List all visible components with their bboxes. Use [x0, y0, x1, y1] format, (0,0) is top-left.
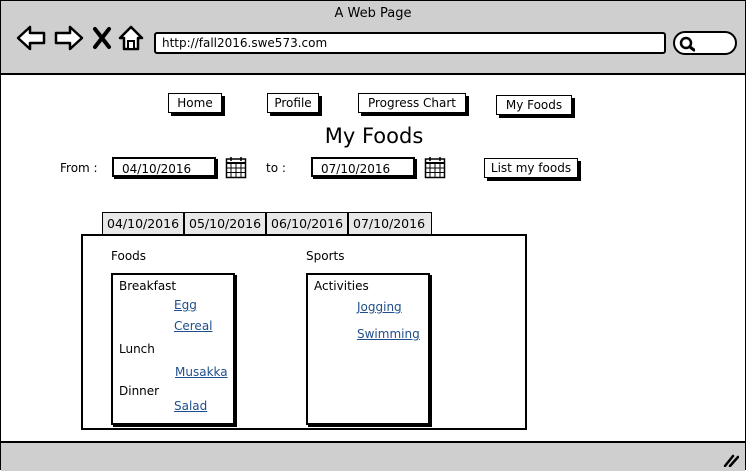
tab-panel: Foods Sports Breakfast Egg Cereal Lunch … — [81, 234, 527, 430]
page-title: My Foods — [324, 124, 424, 148]
activity-link-swimming[interactable]: Swimming — [357, 327, 420, 341]
to-label: to : — [266, 161, 286, 175]
tab-date-2[interactable]: 05/10/2016 — [184, 212, 266, 234]
sports-list-box: Activities Jogging Swimming — [306, 273, 430, 425]
lunch-label: Lunch — [119, 342, 155, 356]
tab-date-3[interactable]: 06/10/2016 — [266, 212, 348, 234]
calendar-icon[interactable] — [225, 156, 247, 179]
forward-arrow-icon[interactable] — [53, 24, 85, 52]
status-bar — [1, 441, 745, 471]
home-icon[interactable] — [118, 24, 144, 52]
nav-my-foods-button[interactable]: My Foods — [496, 95, 572, 115]
search-icon — [679, 36, 695, 52]
breakfast-label: Breakfast — [119, 279, 177, 293]
resize-icon[interactable] — [723, 453, 739, 467]
nav-progress-chart-button[interactable]: Progress Chart — [358, 93, 466, 113]
dinner-label: Dinner — [119, 384, 160, 398]
activities-label: Activities — [314, 279, 369, 293]
nav-home-button[interactable]: Home — [168, 93, 222, 113]
to-date-input[interactable]: 07/10/2016 — [311, 157, 415, 177]
browser-toolbar: A Web Page http://fall2016.swe573.com — [1, 1, 745, 75]
from-label: From : — [60, 161, 98, 175]
browser-window: A Web Page http://fall2016.swe573.com Ho… — [0, 0, 746, 471]
from-date-input[interactable]: 04/10/2016 — [112, 157, 216, 177]
back-arrow-icon[interactable] — [15, 24, 47, 52]
calendar-icon[interactable] — [424, 156, 446, 179]
foods-list-box: Breakfast Egg Cereal Lunch Musakka Dinne… — [111, 273, 235, 425]
food-link-cereal[interactable]: Cereal — [174, 319, 213, 333]
tab-date-4[interactable]: 07/10/2016 — [348, 212, 432, 234]
nav-profile-button[interactable]: Profile — [267, 93, 319, 113]
foods-label: Foods — [111, 249, 147, 263]
sports-label: Sports — [306, 249, 345, 263]
list-my-foods-button[interactable]: List my foods — [484, 158, 578, 178]
tab-date-1[interactable]: 04/10/2016 — [102, 212, 184, 234]
food-link-musakka[interactable]: Musakka — [175, 365, 228, 379]
food-link-egg[interactable]: Egg — [174, 298, 197, 312]
search-field[interactable] — [673, 31, 737, 55]
address-bar[interactable]: http://fall2016.swe573.com — [154, 32, 666, 54]
close-icon[interactable] — [92, 26, 112, 50]
food-link-salad[interactable]: Salad — [174, 399, 207, 413]
activity-link-jogging[interactable]: Jogging — [357, 300, 402, 314]
window-title: A Web Page — [334, 6, 412, 21]
